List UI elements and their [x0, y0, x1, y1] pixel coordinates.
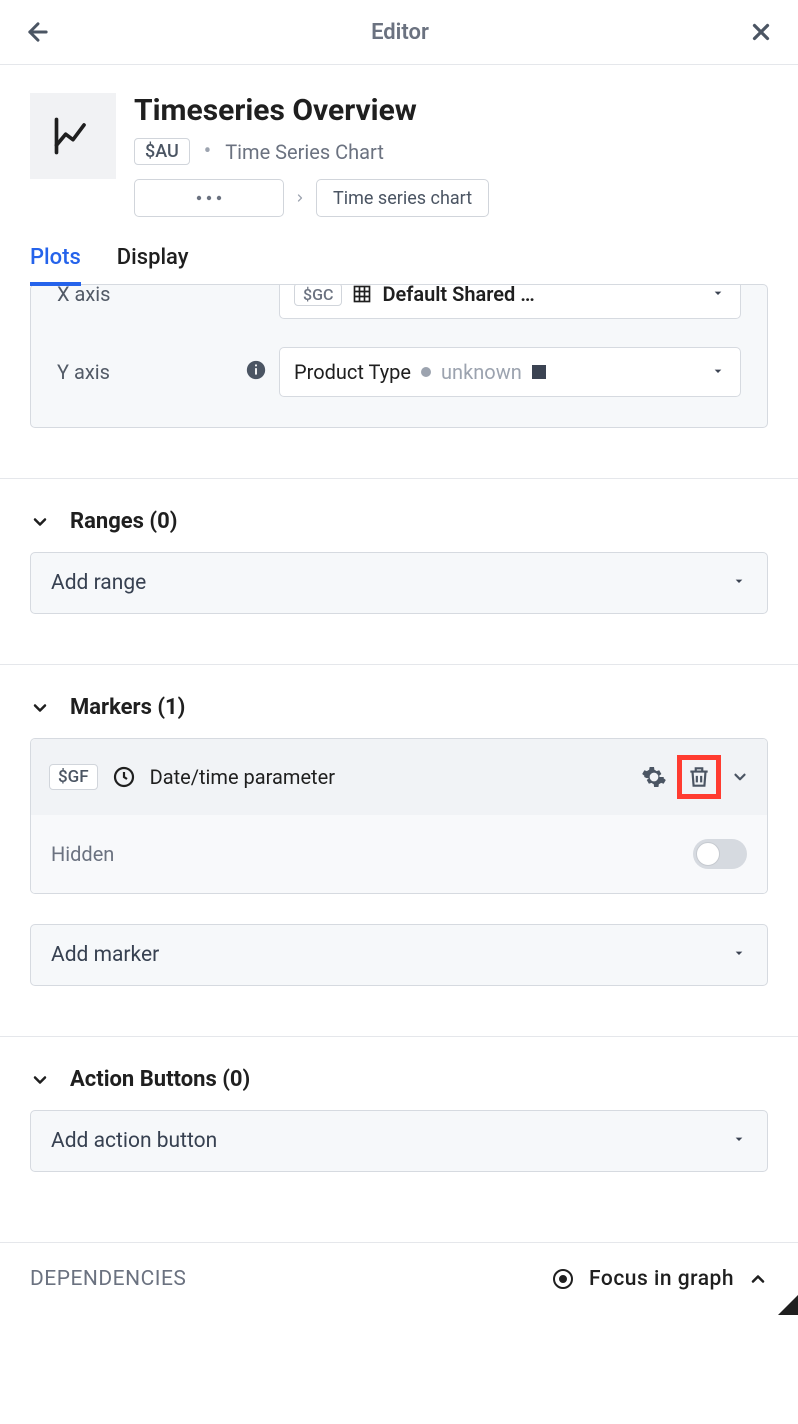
marker-hidden-toggle[interactable]: [693, 839, 747, 869]
chart-type-icon-box: [30, 93, 116, 179]
x-axis-value: Default Shared …: [382, 285, 534, 306]
y-axis-select[interactable]: Product Type unknown: [279, 347, 741, 397]
y-axis-label: Y axis: [57, 359, 267, 386]
separator-dot: •: [204, 139, 211, 164]
y-axis-value: Product Type: [294, 360, 411, 384]
marker-expand-button[interactable]: [731, 768, 749, 786]
trash-icon: [686, 764, 712, 790]
action-buttons-header: Action Buttons (0): [70, 1067, 250, 1092]
info-icon[interactable]: [245, 359, 267, 381]
grid-icon: [352, 285, 372, 304]
page-title: Editor: [371, 20, 429, 45]
markers-header: Markers (1): [70, 695, 185, 720]
chevron-down-icon[interactable]: [30, 512, 50, 532]
arrow-left-icon: [24, 18, 52, 46]
marker-delete-highlight: [677, 755, 721, 799]
back-button[interactable]: [24, 18, 52, 46]
chevron-down-icon[interactable]: [30, 698, 50, 718]
clock-icon: [112, 765, 136, 789]
gear-icon: [641, 764, 667, 790]
resize-handle[interactable]: [778, 1295, 798, 1315]
y-axis-unknown: unknown: [441, 360, 522, 384]
breadcrumb-current[interactable]: Time series chart: [316, 179, 489, 217]
x-axis-select[interactable]: $GC Default Shared …: [279, 285, 741, 319]
add-range-button[interactable]: Add range: [30, 552, 768, 614]
square-icon: [532, 365, 546, 379]
chart-tag[interactable]: $AU: [134, 138, 190, 165]
breadcrumb-ellipsis[interactable]: [134, 179, 284, 217]
marker-delete-button[interactable]: [686, 764, 712, 790]
marker-tag[interactable]: $GF: [49, 764, 98, 790]
chevron-down-icon: [731, 573, 747, 589]
x-axis-label: X axis: [57, 285, 267, 306]
add-marker-button[interactable]: Add marker: [30, 924, 768, 986]
chevron-up-icon[interactable]: [748, 1269, 768, 1289]
ranges-header: Ranges (0): [70, 509, 177, 534]
target-icon: [551, 1267, 575, 1291]
chart-title: Timeseries Overview: [134, 93, 489, 128]
line-chart-icon: [51, 114, 95, 158]
add-action-button[interactable]: Add action button: [30, 1110, 768, 1172]
marker-label: Date/time parameter: [150, 765, 335, 789]
chart-type-label: Time Series Chart: [225, 140, 384, 164]
x-axis-tag: $GC: [294, 285, 342, 306]
marker-settings-button[interactable]: [641, 764, 667, 790]
chevron-down-icon[interactable]: [30, 1070, 50, 1090]
tab-display[interactable]: Display: [117, 245, 189, 286]
chevron-down-icon: [731, 768, 749, 786]
close-icon: [748, 19, 774, 45]
chevron-down-icon: [731, 1131, 747, 1147]
ellipsis-icon: [195, 194, 223, 202]
marker-hidden-label: Hidden: [51, 842, 114, 866]
chevron-right-icon: [294, 189, 306, 207]
focus-in-graph-button[interactable]: Focus in graph: [589, 1267, 734, 1291]
dot-icon: [421, 367, 431, 377]
tab-plots[interactable]: Plots: [30, 245, 81, 286]
chevron-down-icon: [731, 945, 747, 961]
chevron-down-icon: [710, 363, 726, 379]
close-button[interactable]: [748, 19, 774, 45]
dependencies-label[interactable]: DEPENDENCIES: [30, 1267, 186, 1291]
chevron-down-icon: [710, 285, 726, 301]
